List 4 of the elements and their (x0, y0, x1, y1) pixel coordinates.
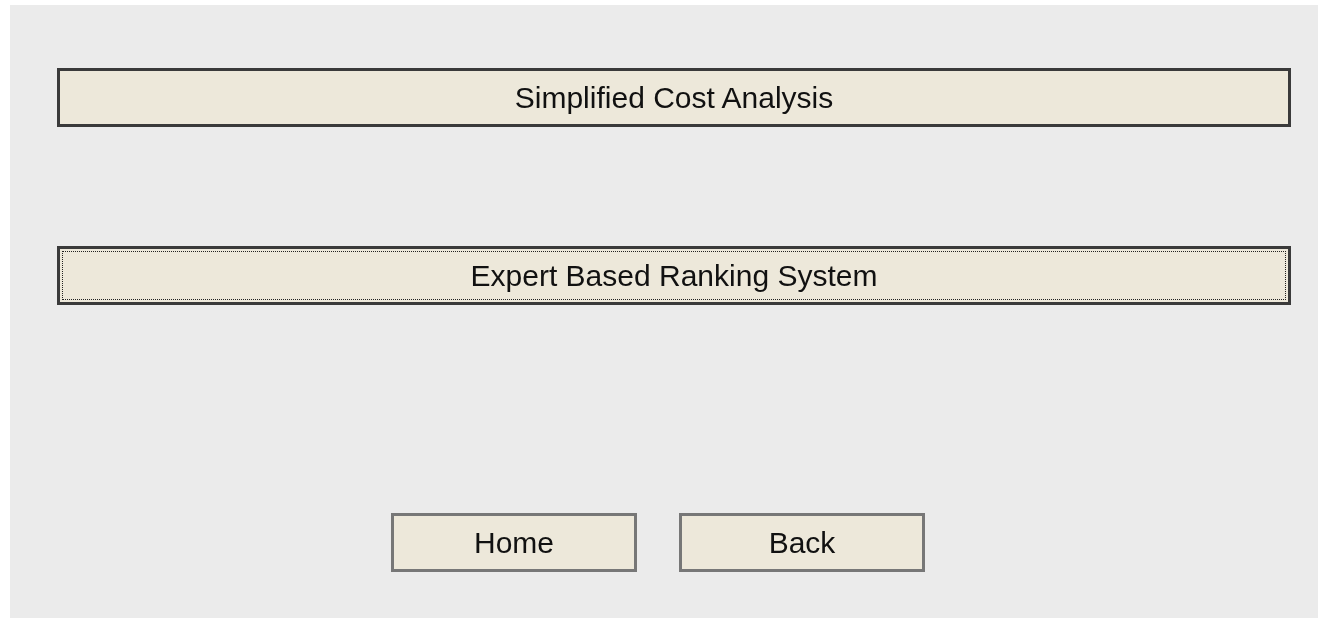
menu-button[interactable]: Simplified Cost Analysis (57, 68, 1291, 127)
menu-button[interactable]: Expert Based Ranking System (57, 246, 1291, 305)
nav-button[interactable]: Home (391, 513, 637, 572)
nav-button[interactable]: Back (679, 513, 925, 572)
